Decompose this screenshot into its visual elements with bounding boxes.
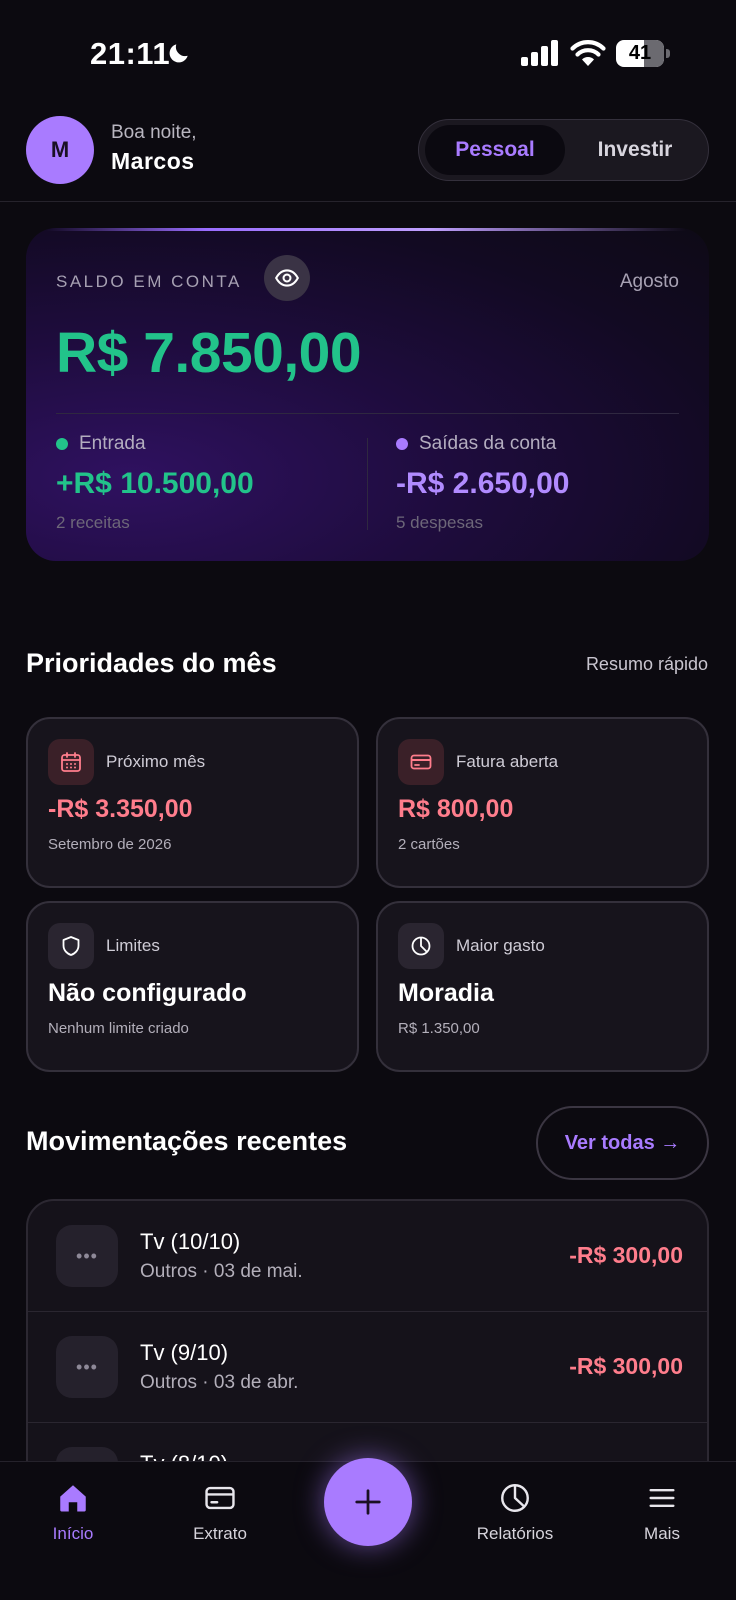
priorities-title: Prioridades do mês	[26, 648, 277, 678]
toggle-visibility-button[interactable]	[264, 255, 310, 301]
transaction-row[interactable]: ••• Tv (10/10) Outros · 03 de mai. -R$ 3…	[28, 1201, 707, 1312]
priority-label: Limites	[106, 936, 160, 955]
priority-sub: 2 cartões	[398, 836, 460, 853]
more-dots-icon: •••	[56, 1336, 118, 1398]
priority-card-biggest-expense[interactable]: Maior gasto Moradia R$ 1.350,00	[376, 901, 709, 1072]
moon-icon	[169, 44, 188, 63]
priority-label: Fatura aberta	[456, 752, 559, 771]
cellular-signal-icon	[521, 40, 558, 66]
mode-switch: Pessoal Investir	[418, 119, 709, 181]
priority-sub: Setembro de 2026	[48, 836, 172, 853]
priority-label: Maior gasto	[456, 936, 545, 955]
battery-level: 41	[628, 42, 652, 64]
priority-value: Moradia	[398, 979, 494, 1007]
income-amount: +R$ 10.500,00	[56, 467, 254, 500]
transaction-title: Tv (9/10)	[140, 1340, 229, 1365]
more-dots-icon: •••	[56, 1225, 118, 1287]
transaction-row[interactable]: ••• Tv (9/10) Outros · 03 de abr. -R$ 30…	[28, 1312, 707, 1423]
balance-amount: R$ 7.850,00	[56, 321, 362, 385]
balance-card: SALDO EM CONTA Agosto R$ 7.850,00 Entrad…	[26, 228, 709, 561]
nav-label: Extrato	[193, 1524, 247, 1543]
transactions-title: Movimentações recentes	[26, 1126, 348, 1156]
shield-icon	[48, 923, 94, 969]
priority-card-open-invoice[interactable]: Fatura aberta R$ 800,00 2 cartões	[376, 717, 709, 888]
credit-card-icon	[398, 739, 444, 785]
income-summary: Entrada +R$ 10.500,00 2 receitas	[56, 433, 254, 533]
income-label: Entrada	[79, 433, 146, 454]
menu-icon	[644, 1480, 680, 1516]
balance-month[interactable]: Agosto	[620, 271, 679, 293]
priority-value: R$ 800,00	[398, 795, 514, 823]
home-icon	[55, 1480, 91, 1516]
header: M Boa noite, Marcos Pessoal Investir	[0, 100, 736, 202]
transaction-amount: -R$ 300,00	[569, 1242, 683, 1268]
priority-sub: R$ 1.350,00	[398, 1020, 480, 1037]
expense-label: Saídas da conta	[419, 433, 557, 454]
income-dot	[56, 438, 68, 450]
tab-investir[interactable]: Investir	[567, 125, 703, 175]
status-time: 21:11	[90, 36, 171, 71]
divider	[56, 413, 679, 414]
pie-chart-icon	[398, 923, 444, 969]
nav-label: Mais	[644, 1524, 680, 1543]
expense-count: 5 despesas	[396, 513, 483, 532]
nav-label: Início	[52, 1524, 94, 1543]
quick-summary-link[interactable]: Resumo rápido	[586, 654, 708, 675]
transaction-title: Tv (10/10)	[140, 1229, 241, 1254]
greeting: Boa noite,	[111, 122, 197, 143]
pie-chart-icon	[497, 1480, 533, 1516]
priority-value: -R$ 3.350,00	[48, 795, 193, 823]
expense-amount: -R$ 2.650,00	[396, 467, 570, 500]
balance-label: SALDO EM CONTA	[56, 272, 242, 291]
expense-dot	[396, 438, 408, 450]
see-all-button[interactable]: Ver todas →	[536, 1106, 709, 1180]
priority-sub: Nenhum limite criado	[48, 1020, 189, 1037]
priority-label: Próximo mês	[106, 752, 206, 771]
priority-card-limits[interactable]: Limites Não configurado Nenhum limite cr…	[26, 901, 359, 1072]
user-name: Marcos	[111, 148, 195, 174]
status-bar: 21:11 41	[0, 0, 736, 100]
calendar-icon	[48, 739, 94, 785]
nav-item-statement[interactable]: Extrato	[160, 1462, 280, 1544]
tab-pessoal[interactable]: Pessoal	[425, 125, 565, 175]
wifi-icon	[570, 40, 606, 66]
income-count: 2 receitas	[56, 513, 130, 532]
nav-item-more[interactable]: Mais	[602, 1462, 722, 1544]
transaction-amount: -R$ 300,00	[569, 1353, 683, 1379]
priority-value: Não configurado	[48, 979, 247, 1007]
transaction-subtitle: Outros · 03 de mai.	[140, 1261, 303, 1282]
expense-summary: Saídas da conta -R$ 2.650,00 5 despesas	[396, 433, 569, 533]
nav-item-reports[interactable]: Relatórios	[455, 1462, 575, 1544]
priority-card-next-month[interactable]: Próximo mês -R$ 3.350,00 Setembro de 202…	[26, 717, 359, 888]
eye-icon	[274, 269, 300, 287]
wallet-icon	[202, 1480, 238, 1516]
plus-icon	[355, 1489, 381, 1515]
nav-item-home[interactable]: Início	[13, 1462, 133, 1544]
battery-icon: 41	[616, 40, 670, 67]
transaction-subtitle: Outros · 03 de abr.	[140, 1372, 299, 1393]
avatar[interactable]: M	[26, 116, 94, 184]
add-transaction-button[interactable]	[324, 1458, 412, 1546]
card-top-glow	[46, 228, 686, 231]
divider	[367, 438, 368, 530]
nav-label: Relatórios	[476, 1524, 554, 1543]
